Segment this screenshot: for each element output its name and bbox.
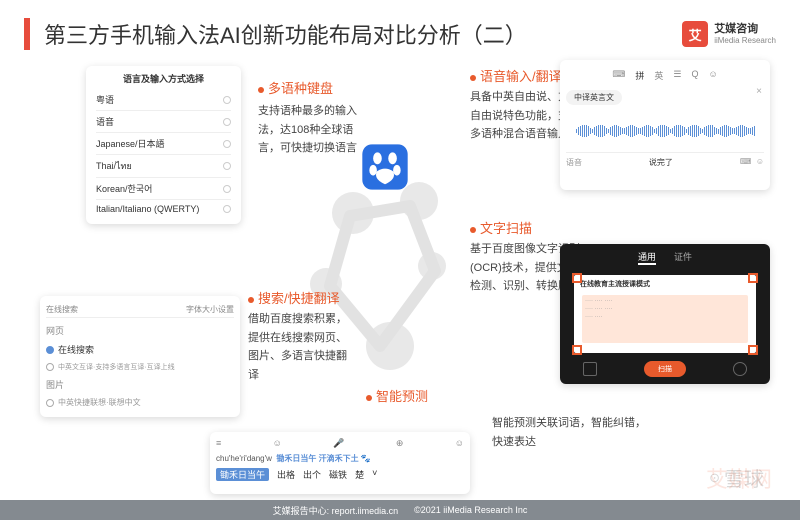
keyboard-icon[interactable]: ⌨ <box>740 157 752 166</box>
lang-row[interactable]: Japanese/日本語 <box>96 133 231 155</box>
search-option[interactable]: 中英快捷联想·联想中文 <box>58 397 141 408</box>
watermark-2: 艾媒网 <box>706 462 772 494</box>
baidu-mini-icon: 🐾 <box>361 454 371 463</box>
search-option[interactable]: 中英文互译·支持多语言互译·互译上线 <box>58 362 175 372</box>
lang-row[interactable]: 粤语 <box>96 89 231 111</box>
ocr-tab[interactable]: 通用 <box>638 250 656 265</box>
panel-language-title: 语言及输入方式选择 <box>96 72 231 85</box>
feature-multilang-label: 多语种键盘 <box>258 78 333 97</box>
lang-row[interactable]: Italian/Italiano (QWERTY) <box>96 200 231 218</box>
voice-done-button[interactable]: 说完了 <box>649 157 673 168</box>
feature-multilang-desc: 支持语种最多的输入法，达108种全球语言，可快捷切换语言 <box>258 102 368 158</box>
chevron-down-icon[interactable]: ˅ <box>372 468 377 481</box>
voice-tab[interactable]: ☰ <box>673 69 681 82</box>
accent-bar <box>24 18 30 50</box>
feature-ocr-label: 文字扫描 <box>470 218 532 237</box>
page-title: 第三方手机输入法AI创新功能布局对比分析（二） <box>44 18 682 50</box>
feature-search-desc: 借助百度搜索积累，提供在线搜索网页、图片、多语言快捷翻译 <box>248 310 348 385</box>
footer-copyright: ©2021 iiMedia Research Inc <box>414 505 527 515</box>
emoji-icon[interactable]: ☺ <box>273 438 282 449</box>
grid-icon[interactable] <box>733 362 747 376</box>
candidate[interactable]: 出格 <box>277 468 295 481</box>
voice-tab[interactable]: ⌨ <box>612 69 625 82</box>
brand-logo-icon: 艾 <box>682 21 708 47</box>
footer: 艾媒报告中心: report.iimedia.cn ©2021 iiMedia … <box>0 500 800 520</box>
lang-row[interactable]: Korean/한국어 <box>96 178 231 200</box>
panel-input: ≡ ☺ 🎤 ⊕ ☺ chu'he'ri'dang'w 锄禾日当午 汗滴禾下土 🐾… <box>210 432 470 494</box>
candidate[interactable]: 磁铁 <box>329 468 347 481</box>
lang-row[interactable]: 语音 <box>96 111 231 133</box>
mic-icon[interactable]: 🎤 <box>333 438 344 449</box>
radio-icon <box>46 363 54 371</box>
node-icon <box>366 322 414 370</box>
prediction-hint: 锄禾日当午 汗滴禾下土 <box>276 454 358 463</box>
more-icon[interactable]: ⊕ <box>396 438 404 449</box>
voice-tab[interactable]: Q <box>691 69 698 82</box>
close-icon[interactable]: × <box>756 86 762 97</box>
emoji-icon[interactable]: ☺ <box>756 157 764 166</box>
smile-icon[interactable]: ☺ <box>455 438 464 449</box>
radio-icon <box>223 140 231 148</box>
ocr-frame: 在线教育主流授课模式 ···· ···· ········ ···· ·····… <box>574 275 756 353</box>
gallery-icon[interactable] <box>583 362 597 376</box>
lang-row[interactable]: Thai/ไทย <box>96 155 231 178</box>
voice-bot-left[interactable]: 语音 <box>566 157 582 168</box>
panel-voice: ⌨ 拼 英 ☰ Q ☺ 中译英言文 × 语音 说完了 ⌨ ☺ <box>560 60 770 190</box>
voice-tab[interactable]: 英 <box>654 69 663 82</box>
waveform-icon <box>566 116 764 146</box>
feature-predict-label: 智能预测 <box>366 386 428 405</box>
voice-chip[interactable]: 中译英言文 <box>566 90 622 105</box>
voice-tab[interactable]: 拼 <box>635 69 644 82</box>
node-icon <box>418 252 446 280</box>
search-option[interactable]: 在线搜索 <box>58 343 94 356</box>
panel-search: 在线搜索 字体大小设置 网页 在线搜索 中英文互译·支持多语言互译·互译上线 图片… <box>40 296 240 417</box>
brand: 艾 艾媒咨询 iiMedia Research <box>682 21 776 47</box>
search-col: 网页 <box>46 324 64 337</box>
ocr-tab[interactable]: 证件 <box>674 250 692 265</box>
feature-voice-label: 语音输入/翻译 <box>470 66 562 85</box>
candidate[interactable]: 楚 <box>355 468 364 481</box>
panel-ocr: 通用 证件 在线教育主流授课模式 ···· ···· ········ ···· … <box>560 244 770 384</box>
radio-icon <box>223 162 231 170</box>
footer-source: 艾媒报告中心: report.iimedia.cn <box>273 504 399 517</box>
pinyin-text: chu'he'ri'dang'w <box>216 454 272 463</box>
candidate[interactable]: 出个 <box>303 468 321 481</box>
menu-icon[interactable]: ≡ <box>216 438 221 449</box>
radio-icon <box>223 205 231 213</box>
radio-icon <box>46 399 54 407</box>
search-tab[interactable]: 字体大小设置 <box>186 304 234 315</box>
node-icon <box>332 192 374 234</box>
brand-name-en: iiMedia Research <box>714 36 776 46</box>
radio-icon <box>46 346 54 354</box>
search-col: 图片 <box>46 378 64 391</box>
voice-tab[interactable]: ☺ <box>708 69 717 82</box>
brand-name-cn: 艾媒咨询 <box>714 23 776 36</box>
candidate[interactable]: 锄禾日当午 <box>216 468 269 481</box>
ocr-frame-title: 在线教育主流授课模式 <box>574 275 756 293</box>
feature-predict-desc: 智能预测关联词语，智能纠错，快速表达 <box>492 414 652 451</box>
search-tab[interactable]: 在线搜索 <box>46 304 78 315</box>
scan-button[interactable]: 扫描 <box>644 361 686 377</box>
radio-icon <box>223 96 231 104</box>
ocr-highlight: ···· ···· ········ ···· ········ ···· <box>582 295 748 343</box>
panel-language: 语言及输入方式选择 粤语 语音 Japanese/日本語 Thai/ไทย Ko… <box>86 66 241 224</box>
radio-icon <box>223 118 231 126</box>
feature-search-label: 搜索/快捷翻译 <box>248 288 340 307</box>
radio-icon <box>223 185 231 193</box>
